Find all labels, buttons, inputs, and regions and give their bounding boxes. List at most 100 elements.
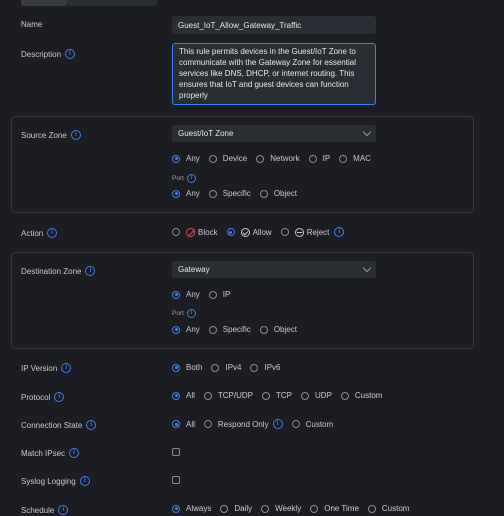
source-zone-select[interactable]: Guest/IoT Zone (172, 125, 376, 142)
destination-port-group: Any Specific Object (172, 325, 306, 334)
radio[interactable] (308, 154, 317, 163)
source-port-group: Any Specific Object (172, 189, 306, 198)
radio[interactable] (301, 391, 310, 400)
source-target-ip[interactable]: IP (308, 154, 330, 163)
description-label: Description i (21, 49, 76, 59)
tab-left[interactable] (21, 0, 67, 6)
schedule-custom[interactable]: Custom (367, 504, 409, 513)
action-block[interactable]: Block (172, 227, 218, 237)
info-icon[interactable]: i (272, 419, 283, 429)
radio-selected[interactable] (172, 363, 180, 372)
radio-selected[interactable] (172, 325, 180, 334)
source-port-any[interactable]: Any (172, 189, 200, 198)
source-port-specific[interactable]: Specific (208, 189, 251, 198)
radio[interactable] (208, 189, 217, 198)
tab-right[interactable] (67, 0, 157, 6)
destination-target-any[interactable]: Any (172, 290, 200, 299)
info-icon[interactable]: i (70, 130, 81, 140)
radio-selected[interactable] (172, 391, 180, 400)
radio[interactable] (172, 228, 180, 236)
destination-port-label: Port i (172, 309, 196, 318)
radio[interactable] (250, 363, 259, 372)
connection-state-all[interactable]: All (172, 420, 195, 429)
info-icon[interactable]: i (61, 363, 72, 373)
radio[interactable] (208, 325, 217, 334)
action-allow[interactable]: Allow (226, 227, 272, 237)
info-icon[interactable]: i (79, 476, 90, 486)
destination-target-ip[interactable]: IP (208, 290, 230, 299)
radio[interactable] (291, 420, 300, 428)
radio[interactable] (259, 189, 268, 198)
radio-selected[interactable] (172, 290, 180, 299)
protocol-custom[interactable]: Custom (340, 391, 382, 400)
info-icon[interactable]: i (86, 420, 97, 430)
radio-selected[interactable] (172, 189, 180, 198)
radio[interactable] (280, 228, 289, 236)
description-textarea[interactable]: This rule permits devices in the Guest/I… (172, 43, 376, 105)
source-target-network[interactable]: Network (256, 154, 300, 163)
connection-state-custom[interactable]: Custom (291, 420, 333, 429)
connection-state-respond-only[interactable]: Respond Only i (203, 419, 283, 429)
schedule-one-time[interactable]: One Time (310, 504, 359, 513)
ip-version-ipv4[interactable]: IPv4 (211, 363, 241, 372)
radio[interactable] (208, 290, 217, 299)
protocol-tcp[interactable]: TCP (262, 391, 292, 400)
info-icon[interactable]: i (69, 448, 80, 458)
destination-port-specific[interactable]: Specific (208, 325, 251, 334)
schedule-weekly[interactable]: Weekly (261, 504, 301, 513)
action-group: Block Allow Reject i (172, 227, 353, 237)
source-zone-value: Guest/IoT Zone (178, 129, 234, 138)
radio[interactable] (203, 391, 212, 400)
radio-selected[interactable] (172, 504, 180, 513)
radio-selected[interactable] (172, 420, 180, 428)
destination-port-object[interactable]: Object (259, 325, 297, 334)
info-icon[interactable]: i (186, 174, 196, 183)
source-target-any[interactable]: Any (172, 154, 200, 163)
radio[interactable] (208, 154, 217, 163)
radio[interactable] (211, 363, 220, 372)
radio[interactable] (256, 154, 265, 163)
protocol-all[interactable]: All (172, 391, 195, 400)
destination-target-group: Any IP (172, 290, 239, 299)
destination-port-any[interactable]: Any (172, 325, 200, 334)
radio[interactable] (340, 391, 349, 400)
source-target-mac[interactable]: MAC (339, 154, 371, 163)
info-icon[interactable]: i (47, 228, 58, 238)
info-icon[interactable]: i (186, 309, 196, 318)
protocol-tcp-udp[interactable]: TCP/UDP (203, 391, 253, 400)
radio[interactable] (259, 325, 268, 334)
info-icon[interactable]: i (334, 227, 345, 237)
info-icon[interactable]: i (58, 505, 69, 515)
source-target-device[interactable]: Device (208, 154, 247, 163)
radio[interactable] (220, 504, 229, 513)
radio[interactable] (339, 154, 348, 163)
ip-version-group: Both IPv4 IPv6 (172, 363, 290, 372)
radio[interactable] (203, 420, 212, 428)
syslog-logging-checkbox[interactable] (172, 476, 180, 484)
ip-version-ipv6[interactable]: IPv6 (250, 363, 281, 372)
source-port-object[interactable]: Object (259, 189, 297, 198)
radio[interactable] (261, 504, 270, 513)
name-input[interactable]: Guest_IoT_Allow_Gateway_Traffic (172, 16, 376, 34)
protocol-group: All TCP/UDP TCP UDP Custom (172, 391, 391, 400)
info-icon[interactable]: i (65, 49, 76, 59)
destination-zone-label: Destination Zone i (21, 266, 96, 276)
name-label: Name (21, 20, 43, 29)
radio[interactable] (262, 391, 271, 400)
match-ipsec-checkbox[interactable] (172, 448, 180, 456)
chevron-down-icon (362, 263, 372, 273)
schedule-always[interactable]: Always (172, 504, 211, 513)
radio-selected[interactable] (226, 228, 235, 236)
schedule-daily[interactable]: Daily (220, 504, 252, 513)
action-reject[interactable]: Reject i (280, 227, 345, 237)
radio-selected[interactable] (172, 154, 180, 163)
protocol-udp[interactable]: UDP (301, 391, 332, 400)
action-label: Action i (21, 228, 58, 238)
ip-version-both[interactable]: Both (172, 363, 202, 372)
info-icon[interactable]: i (54, 392, 65, 402)
info-icon[interactable]: i (85, 266, 96, 276)
radio[interactable] (367, 504, 376, 513)
radio[interactable] (310, 504, 319, 513)
destination-zone-select[interactable]: Gateway (172, 261, 376, 278)
source-target-group: Any Device Network IP MAC (172, 154, 380, 163)
